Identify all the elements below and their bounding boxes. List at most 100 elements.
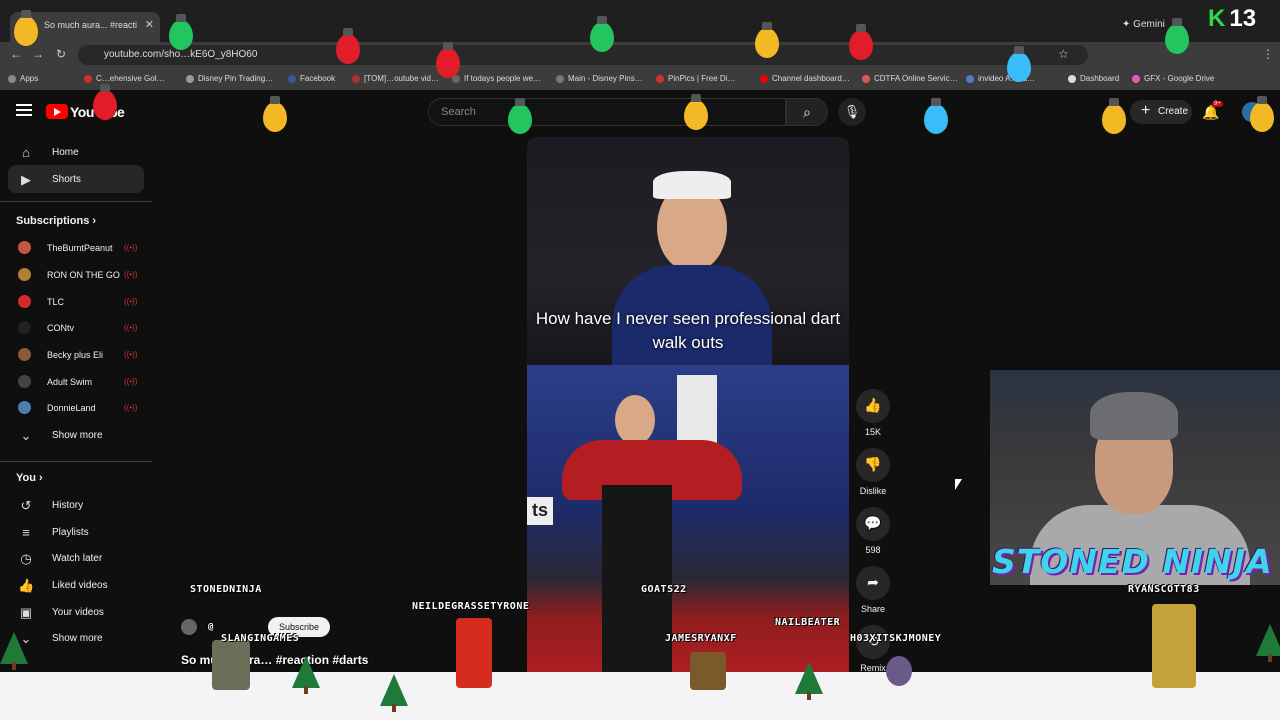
short-title[interactable]: So much aura… #reaction #darts xyxy=(181,653,368,667)
voice-search-button[interactable]: 🎙 xyxy=(838,98,866,126)
k-logo-icon: K xyxy=(1208,5,1226,32)
bookmark-item[interactable]: Main - Disney Pins… xyxy=(556,74,643,83)
share-button[interactable]: ➦ Share xyxy=(853,566,893,614)
light-bulb-icon xyxy=(436,42,460,78)
channel-name: CONtv xyxy=(47,323,74,333)
viewer-name: RYANSCOTT83 xyxy=(1128,584,1200,595)
search-input[interactable]: Search xyxy=(428,98,786,126)
share-icon: ➦ xyxy=(856,566,890,600)
youtube-logo-icon[interactable] xyxy=(46,104,68,119)
tree-icon xyxy=(380,674,408,712)
light-bulb-icon xyxy=(14,10,38,46)
viewer-sprite xyxy=(212,640,250,690)
your-videos-icon: ▣ xyxy=(19,605,33,620)
sidebar-label: Shorts xyxy=(52,174,81,185)
bookmark-item[interactable]: C…ehensive Gol… xyxy=(84,74,164,83)
light-bulb-icon xyxy=(590,16,614,52)
channel-name: DonnieLand xyxy=(47,403,96,413)
shorts-video-player[interactable]: How have I never seen professional dart … xyxy=(527,137,849,680)
bookmark-label: PinPics | Free Di… xyxy=(668,74,736,83)
tab-close-icon[interactable]: ✕ xyxy=(145,18,154,31)
browser-menu-icon[interactable]: ⋮ xyxy=(1262,47,1274,61)
plus-icon: + xyxy=(1141,102,1151,119)
screen-board xyxy=(677,375,717,445)
search-button[interactable]: ⌕ xyxy=(786,98,828,126)
channel-avatar xyxy=(18,268,31,281)
sidebar-channel[interactable]: Adult Swim ((•)) xyxy=(18,375,154,395)
channel-avatar xyxy=(18,401,31,414)
subscriptions-label: Subscriptions xyxy=(16,215,90,227)
create-button[interactable]: + Create xyxy=(1130,100,1192,124)
show-more-you[interactable]: ⌄ Show more xyxy=(8,624,144,652)
sidebar-item-history[interactable]: ↺ History xyxy=(8,491,144,519)
watch-later-icon: ◷ xyxy=(20,551,32,566)
sidebar-channel[interactable]: DonnieLand ((•)) xyxy=(18,401,154,421)
shorts-icon: ▶ xyxy=(21,172,31,187)
tree-icon xyxy=(1256,624,1280,662)
sidebar-channel[interactable]: RON ON THE GO ((•)) xyxy=(18,268,154,288)
video-caption: How have I never seen professional dart … xyxy=(535,309,841,352)
sidebar-item-playlists[interactable]: ≡ Playlists xyxy=(8,518,144,546)
bookmark-star-icon[interactable]: ☆ xyxy=(1058,47,1069,61)
sidebar-label: Your videos xyxy=(52,607,104,618)
menu-icon[interactable] xyxy=(16,104,32,116)
you-label: You xyxy=(16,472,36,484)
liked-icon: 👍 xyxy=(18,578,35,593)
light-bulb-icon xyxy=(849,24,873,60)
chevron-right-icon: › xyxy=(39,472,43,484)
channel-handle[interactable]: @ xyxy=(208,622,214,632)
history-icon: ↺ xyxy=(20,498,32,513)
back-icon[interactable]: ← xyxy=(10,47,22,61)
bookmark-item[interactable]: PinPics | Free Di… xyxy=(656,74,735,83)
viewer-name: JAMESRYANXF xyxy=(665,633,737,644)
chevron-right-icon: › xyxy=(92,215,97,227)
light-bulb-icon xyxy=(1250,96,1274,132)
bookmark-item[interactable]: If todays people we… xyxy=(452,74,541,83)
sidebar-item-shorts[interactable]: ▶ Shorts xyxy=(8,165,144,193)
show-more-label: Show more xyxy=(52,633,103,644)
reload-icon[interactable]: ↻ xyxy=(56,47,66,61)
home-icon: ⌂ xyxy=(22,145,30,160)
live-icon: ((•)) xyxy=(124,270,138,279)
like-button[interactable]: 👍 15K xyxy=(853,389,893,437)
sidebar-item-liked-videos[interactable]: 👍 Liked videos xyxy=(8,571,144,599)
sidebar-channel[interactable]: CONtv ((•)) xyxy=(18,321,154,341)
sidebar-label: Watch later xyxy=(52,553,103,564)
mouse-cursor-icon xyxy=(955,479,962,490)
sidebar-label: Home xyxy=(52,147,79,158)
bookmark-item[interactable]: Facebook xyxy=(288,74,335,83)
short-channel-avatar[interactable] xyxy=(181,619,197,635)
viewer-name: GOATS22 xyxy=(641,584,687,595)
light-bulb-icon xyxy=(924,98,948,134)
channel-avatar xyxy=(18,375,31,388)
mic-icon: 🎙 xyxy=(843,104,861,119)
sidebar-channel[interactable]: TLC ((•)) xyxy=(18,295,154,315)
channel-name: TheBurntPeanut xyxy=(47,243,113,253)
gemini-button[interactable]: ✦ Gemini xyxy=(1122,19,1165,30)
dislike-button[interactable]: 👎 Dislike xyxy=(853,448,893,496)
bookmark-item[interactable]: CDTFA Online Servic… xyxy=(862,74,958,83)
bookmark-label: CDTFA Online Servic… xyxy=(874,74,958,83)
bookmark-item[interactable]: GFX - Google Drive xyxy=(1132,74,1214,83)
light-bulb-icon xyxy=(508,98,532,134)
comments-button[interactable]: 💬 598 xyxy=(853,507,893,555)
sidebar-channel[interactable]: TheBurntPeanut ((•)) xyxy=(18,241,154,261)
sidebar-item-home[interactable]: ⌂ Home xyxy=(8,138,144,166)
address-bar[interactable]: youtube.com/sho…kE6O_y8HO60 xyxy=(78,45,1088,65)
sidebar-channel[interactable]: Becky plus Eli ((•)) xyxy=(18,348,154,368)
sidebar-item-watch-later[interactable]: ◷ Watch later xyxy=(8,544,144,572)
playlists-icon: ≡ xyxy=(22,525,30,540)
show-more-subscriptions[interactable]: ⌄ Show more xyxy=(8,421,144,449)
bookmark-item[interactable]: Dashboard xyxy=(1068,74,1119,83)
sidebar-label: Playlists xyxy=(52,527,89,538)
you-heading[interactable]: You › xyxy=(16,472,43,484)
bookmark-item[interactable]: Channel dashboard… xyxy=(760,74,850,83)
bookmark-item[interactable]: [TOM]…outube vid… xyxy=(352,74,439,83)
bookmark-item[interactable]: Disney Pin Trading… xyxy=(186,74,273,83)
bookmark-item[interactable]: Apps xyxy=(8,74,38,83)
sidebar-item-your-videos[interactable]: ▣ Your videos xyxy=(8,598,144,626)
subscriptions-heading[interactable]: Subscriptions › xyxy=(16,215,96,227)
forward-icon[interactable]: → xyxy=(32,47,44,61)
url-text: youtube.com/sho…kE6O_y8HO60 xyxy=(104,49,258,60)
streamer-name-banner: STONED NINJA xyxy=(992,542,1273,581)
